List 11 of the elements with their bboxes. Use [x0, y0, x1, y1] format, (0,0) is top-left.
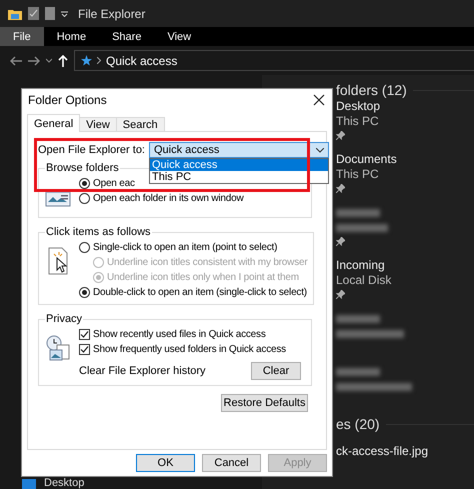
folder-location: This PC	[336, 167, 380, 182]
folder-location: Local Disk	[336, 273, 392, 288]
group-title: Browse folders	[45, 162, 120, 174]
window-title: File Explorer	[78, 6, 146, 20]
group-title: Privacy	[45, 313, 84, 326]
dialog-title: Folder Options	[28, 92, 107, 107]
address-path: Quick access	[106, 54, 178, 68]
folder-location: This PC	[336, 114, 380, 129]
group-title: Click items as follows	[45, 226, 152, 238]
field-label: Open File Explorer to:	[38, 144, 145, 156]
action-label: Clear File Explorer history	[79, 365, 206, 378]
